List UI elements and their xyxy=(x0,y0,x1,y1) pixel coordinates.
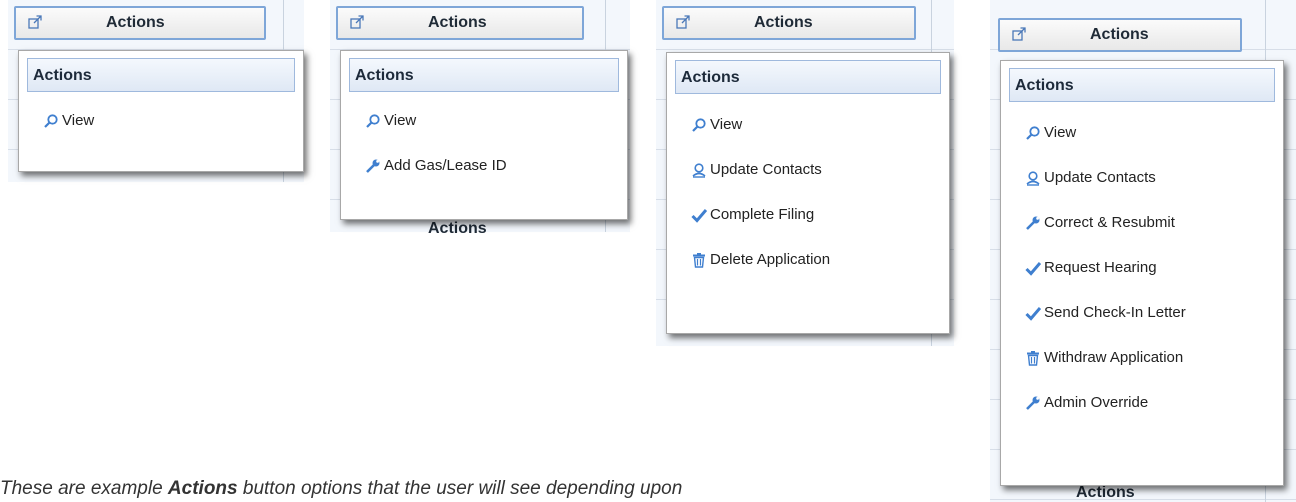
actions-menu: Actions View xyxy=(18,50,304,172)
menu-item-label: Send Check-In Letter xyxy=(1044,304,1186,321)
menu-item-label: Delete Application xyxy=(710,251,831,268)
actions-panel-2: Actions Actions Actions View Add Gas/Lea… xyxy=(330,0,630,237)
search-icon xyxy=(692,117,706,132)
actions-button[interactable]: Actions xyxy=(998,18,1242,52)
menu-item-label: Admin Override xyxy=(1044,394,1149,411)
menu-item-label: Complete Filing xyxy=(710,206,815,223)
actions-button-label: Actions xyxy=(754,14,813,31)
menu-item-label: View xyxy=(62,112,95,129)
check-icon xyxy=(1025,261,1041,276)
menu-header: Actions xyxy=(675,60,941,94)
actions-button-behind: Actions xyxy=(428,220,487,237)
menu-header: Actions xyxy=(1009,68,1275,102)
menu-item-label: Add Gas/Lease ID xyxy=(384,157,507,174)
actions-menu: Actions View Update Contacts Correct & R… xyxy=(1000,60,1284,486)
menu-item-withdraw-application[interactable]: Withdraw Application xyxy=(1001,335,1283,380)
menu-header: Actions xyxy=(27,58,295,92)
menu-item-complete-filing[interactable]: Complete Filing xyxy=(667,192,949,237)
trash-icon xyxy=(693,252,705,268)
menu-item-correct-resubmit[interactable]: Correct & Resubmit xyxy=(1001,200,1283,245)
actions-button-behind: Actions xyxy=(1076,484,1135,501)
wrench-icon xyxy=(1026,396,1040,410)
menu-item-delete-application[interactable]: Delete Application xyxy=(667,237,949,282)
person-icon xyxy=(1026,170,1040,186)
actions-panel-3: Actions Actions View Update Contacts Com… xyxy=(656,0,954,346)
check-icon xyxy=(691,208,707,223)
actions-panel-4: Actions Actions Actions View Update Cont… xyxy=(990,0,1296,502)
caption-bold: Actions xyxy=(167,478,238,499)
actions-button[interactable]: Actions xyxy=(662,6,916,40)
menu-item-view[interactable]: View xyxy=(19,98,303,143)
search-icon xyxy=(366,113,380,128)
caption: These are example Actions button options… xyxy=(0,478,682,500)
actions-panel-1: Actions Actions View xyxy=(8,0,304,182)
caption-before: These are example xyxy=(0,478,168,499)
menu-item-label: Withdraw Application xyxy=(1044,349,1184,366)
actions-button-label: Actions xyxy=(1090,26,1149,43)
actions-menu: Actions View Update Contacts Complete Fi… xyxy=(666,52,950,334)
person-icon xyxy=(692,162,706,178)
actions-button[interactable]: Actions xyxy=(336,6,584,40)
menu-item-label: View xyxy=(710,116,743,133)
external-link-icon xyxy=(1012,27,1026,41)
menu-item-add-gas-lease-id[interactable]: Add Gas/Lease ID xyxy=(341,143,627,188)
menu-item-update-contacts[interactable]: Update Contacts xyxy=(667,147,949,192)
actions-button-label: Actions xyxy=(428,14,487,31)
wrench-icon xyxy=(366,159,380,173)
menu-item-request-hearing[interactable]: Request Hearing xyxy=(1001,245,1283,290)
menu-item-view[interactable]: View xyxy=(667,102,949,147)
external-link-icon xyxy=(350,15,364,29)
menu-item-label: View xyxy=(1044,124,1077,141)
external-link-icon xyxy=(676,15,690,29)
actions-button-label: Actions xyxy=(106,14,165,31)
menu-item-send-check-in-letter[interactable]: Send Check-In Letter xyxy=(1001,290,1283,335)
external-link-icon xyxy=(28,15,42,29)
menu-header: Actions xyxy=(349,58,619,92)
caption-after: button options that the user will see de… xyxy=(237,478,683,499)
wrench-icon xyxy=(1026,216,1040,230)
search-icon xyxy=(44,113,58,128)
menu-item-label: Update Contacts xyxy=(1044,169,1156,186)
check-icon xyxy=(1025,306,1041,321)
menu-item-label: Request Hearing xyxy=(1044,259,1157,276)
actions-menu: Actions View Add Gas/Lease ID xyxy=(340,50,628,220)
menu-item-label: Update Contacts xyxy=(710,161,822,178)
actions-button[interactable]: Actions xyxy=(14,6,266,40)
menu-item-label: View xyxy=(384,112,417,129)
menu-item-view[interactable]: View xyxy=(341,98,627,143)
menu-item-update-contacts[interactable]: Update Contacts xyxy=(1001,155,1283,200)
trash-icon xyxy=(1027,350,1039,366)
menu-item-admin-override[interactable]: Admin Override xyxy=(1001,380,1283,425)
search-icon xyxy=(1026,125,1040,140)
menu-item-label: Correct & Resubmit xyxy=(1044,214,1175,231)
menu-item-view[interactable]: View xyxy=(1001,110,1283,155)
